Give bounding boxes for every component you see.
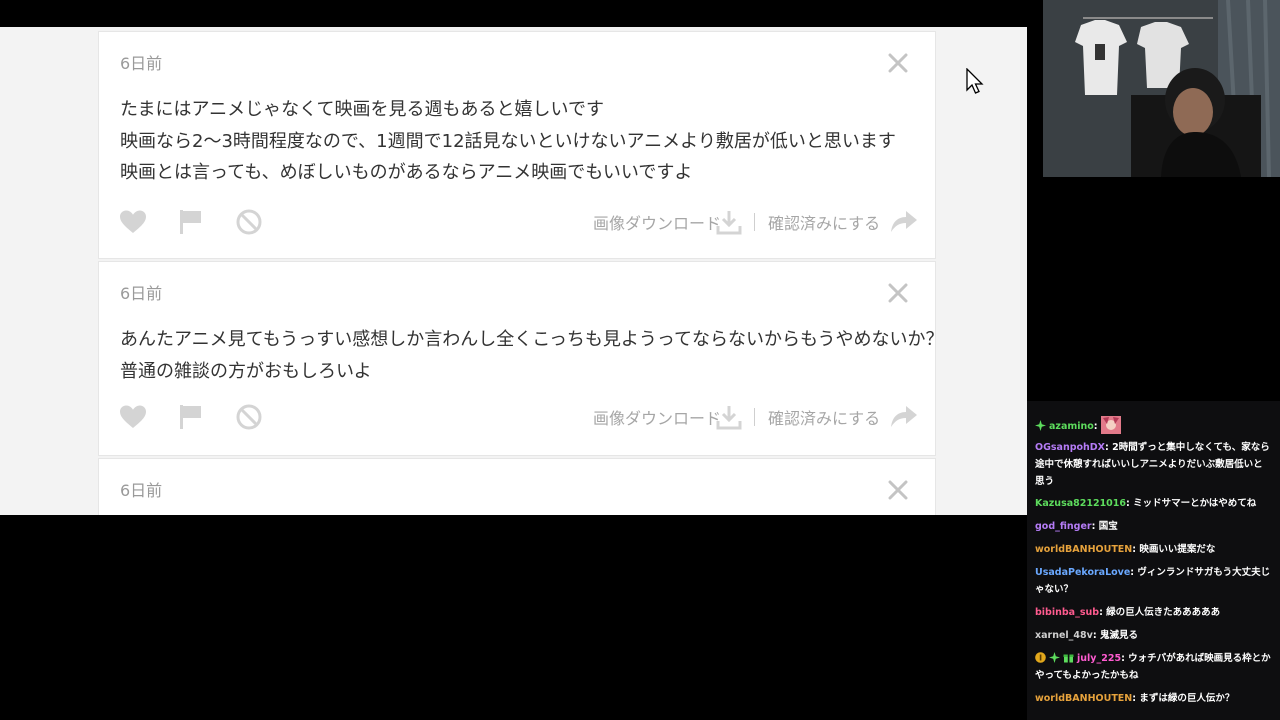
message-card: 6日前 たまにはアニメじゃなくて映画を見る週もあると嬉しいです 映画なら2〜3時間…: [98, 31, 936, 259]
chat-username[interactable]: worldBANHOUTEN: [1035, 544, 1132, 555]
chat-message: OGsanpohDX: 2時間ずっと集中しなくても、家なら途中で休憩すればいいし…: [1035, 442, 1270, 487]
sparkle-badge-icon: [1035, 420, 1046, 431]
live-chat: azamino: OGsanpohDX: 2時間ずっと集中しなくても、家なら途中…: [1027, 401, 1280, 720]
block-icon[interactable]: [235, 403, 263, 431]
chat-message: worldBANHOUTEN: まずは緑の巨人伝か？: [1035, 693, 1235, 704]
share-arrow-icon[interactable]: [890, 209, 918, 235]
flag-icon[interactable]: [177, 208, 205, 236]
message-date: 6日前: [120, 284, 163, 303]
chat-message: bibinba_sub: 緑の巨人伝きたあああああ: [1035, 607, 1221, 618]
mark-as-read-link[interactable]: 確認済みにする: [768, 405, 880, 429]
chat-username[interactable]: Kazusa82121016: [1035, 498, 1126, 509]
chat-message: Kazusa82121016: ミッドサマーとかはやめてね: [1035, 498, 1257, 509]
close-icon[interactable]: [887, 479, 909, 501]
mouse-cursor-icon: [966, 68, 984, 94]
card-actions: 画像ダウンロード 確認済みにする: [99, 399, 935, 433]
chat-text: ミッドサマーとかはやめてね: [1133, 498, 1257, 509]
download-icon[interactable]: [716, 404, 742, 430]
close-icon[interactable]: [887, 52, 909, 74]
gift-badge-icon: [1063, 654, 1074, 663]
chat-message-partial: [1027, 401, 1280, 411]
chat-username[interactable]: july_225: [1077, 653, 1121, 664]
webcam-feed: [1043, 0, 1280, 177]
mark-as-read-link[interactable]: 確認済みにする: [768, 210, 880, 234]
chat-text: 鬼滅見る: [1099, 630, 1138, 641]
chat-text: まずは緑の巨人伝か？: [1139, 693, 1235, 704]
message-text: たまにはアニメじゃなくて映画を見る週もあると嬉しいです 映画なら2〜3時間程度なの…: [120, 99, 896, 183]
gold-coin-badge-icon: [1035, 652, 1046, 663]
message-text: あんたアニメ見てもうっすい感想しか言わんし全くこっちも見ようってならないからもう…: [120, 329, 944, 382]
chat-text: 国宝: [1098, 521, 1118, 532]
heart-icon[interactable]: [119, 208, 147, 236]
chat-message: azamino:: [1027, 416, 1280, 435]
chat-message: god_finger: 国宝: [1035, 521, 1118, 532]
chat-username[interactable]: bibinba_sub: [1035, 607, 1099, 618]
chat-username[interactable]: worldBANHOUTEN: [1035, 693, 1132, 704]
chat-username[interactable]: UsadaPekoraLove: [1035, 567, 1130, 578]
chat-username[interactable]: OGsanpohDX: [1035, 442, 1105, 453]
chat-text: 映画いい提案だな: [1139, 544, 1216, 555]
heart-icon[interactable]: [119, 403, 147, 431]
flag-icon[interactable]: [177, 403, 205, 431]
divider: [754, 408, 755, 426]
question-box-panel: 6日前 たまにはアニメじゃなくて映画を見る週もあると嬉しいです 映画なら2〜3時間…: [0, 27, 1027, 515]
chat-username[interactable]: azamino: [1049, 421, 1094, 432]
chat-text: 緑の巨人伝きたあああああ: [1106, 607, 1221, 618]
divider: [754, 213, 755, 231]
download-image-link[interactable]: 画像ダウンロード: [593, 210, 721, 234]
chat-message: worldBANHOUTEN: 映画いい提案だな: [1035, 544, 1216, 555]
message-card: 6日前: [98, 458, 936, 515]
close-icon[interactable]: [887, 282, 909, 304]
emote-icon: [1100, 416, 1121, 434]
message-date: 6日前: [120, 54, 163, 73]
download-image-link[interactable]: 画像ダウンロード: [593, 405, 721, 429]
download-icon[interactable]: [716, 209, 742, 235]
chat-username[interactable]: xarnel_48v: [1035, 630, 1093, 641]
card-actions: 画像ダウンロード 確認済みにする: [99, 204, 935, 238]
chat-message: july_225: ウォチパがあれば映画見る枠とかやってもよかったかもね: [1035, 652, 1271, 681]
message-card: 6日前 あんたアニメ見てもうっすい感想しか言わんし全くこっちも見ようってならない…: [98, 261, 944, 456]
chat-message: xarnel_48v: 鬼滅見る: [1035, 630, 1138, 641]
webcam-image: [1043, 0, 1280, 177]
chat-username[interactable]: god_finger: [1035, 521, 1092, 532]
sparkle-badge-icon: [1049, 652, 1060, 663]
block-icon[interactable]: [235, 208, 263, 236]
share-arrow-icon[interactable]: [890, 404, 918, 430]
message-date: 6日前: [120, 481, 163, 500]
chat-message: UsadaPekoraLove: ヴィンランドサガもう大丈夫じゃない？: [1035, 567, 1271, 595]
